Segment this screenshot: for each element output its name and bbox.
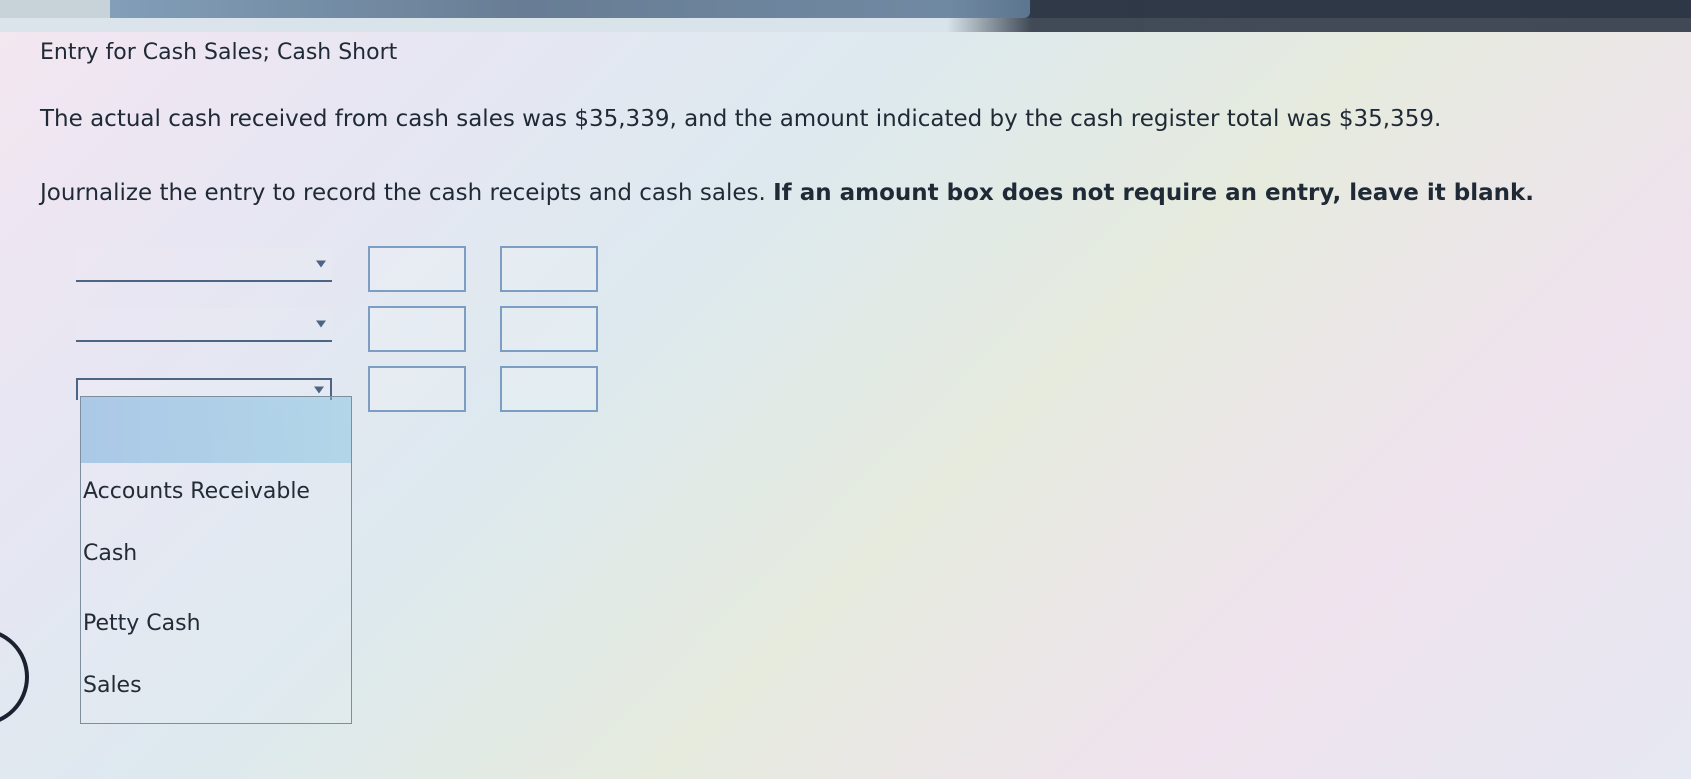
account-select-row-1[interactable] — [76, 248, 332, 282]
account-dropdown-menu: Accounts Receivable Cash Petty Cash Sale… — [80, 396, 352, 724]
edge-shape — [0, 628, 29, 726]
dropdown-highlight — [81, 397, 351, 463]
debit-input-row-2[interactable] — [368, 306, 466, 352]
top-band — [0, 0, 1691, 32]
instruction-plain: Journalize the entry to record the cash … — [40, 180, 766, 206]
dropdown-option-accounts-receivable[interactable]: Accounts Receivable — [81, 479, 353, 504]
chevron-down-icon — [316, 260, 326, 268]
credit-input-row-2[interactable] — [500, 306, 598, 352]
dropdown-option-sales[interactable]: Sales — [81, 673, 353, 698]
chevron-down-icon — [314, 386, 324, 394]
journal-row-1 — [76, 238, 616, 292]
problem-text: The actual cash received from cash sales… — [40, 106, 1442, 132]
instructions-text: Journalize the entry to record the cash … — [40, 180, 1534, 208]
journal-row-2 — [76, 298, 616, 352]
chevron-down-icon — [316, 320, 326, 328]
debit-input-row-3[interactable] — [368, 366, 466, 412]
account-select-row-2[interactable] — [76, 308, 332, 342]
credit-input-row-3[interactable] — [500, 366, 598, 412]
credit-input-row-1[interactable] — [500, 246, 598, 292]
instruction-bold: If an amount box does not require an ent… — [773, 180, 1535, 206]
dropdown-option-cash[interactable]: Cash — [81, 541, 353, 566]
dropdown-option-petty-cash[interactable]: Petty Cash — [81, 611, 353, 636]
page-title: Entry for Cash Sales; Cash Short — [40, 40, 398, 65]
debit-input-row-1[interactable] — [368, 246, 466, 292]
